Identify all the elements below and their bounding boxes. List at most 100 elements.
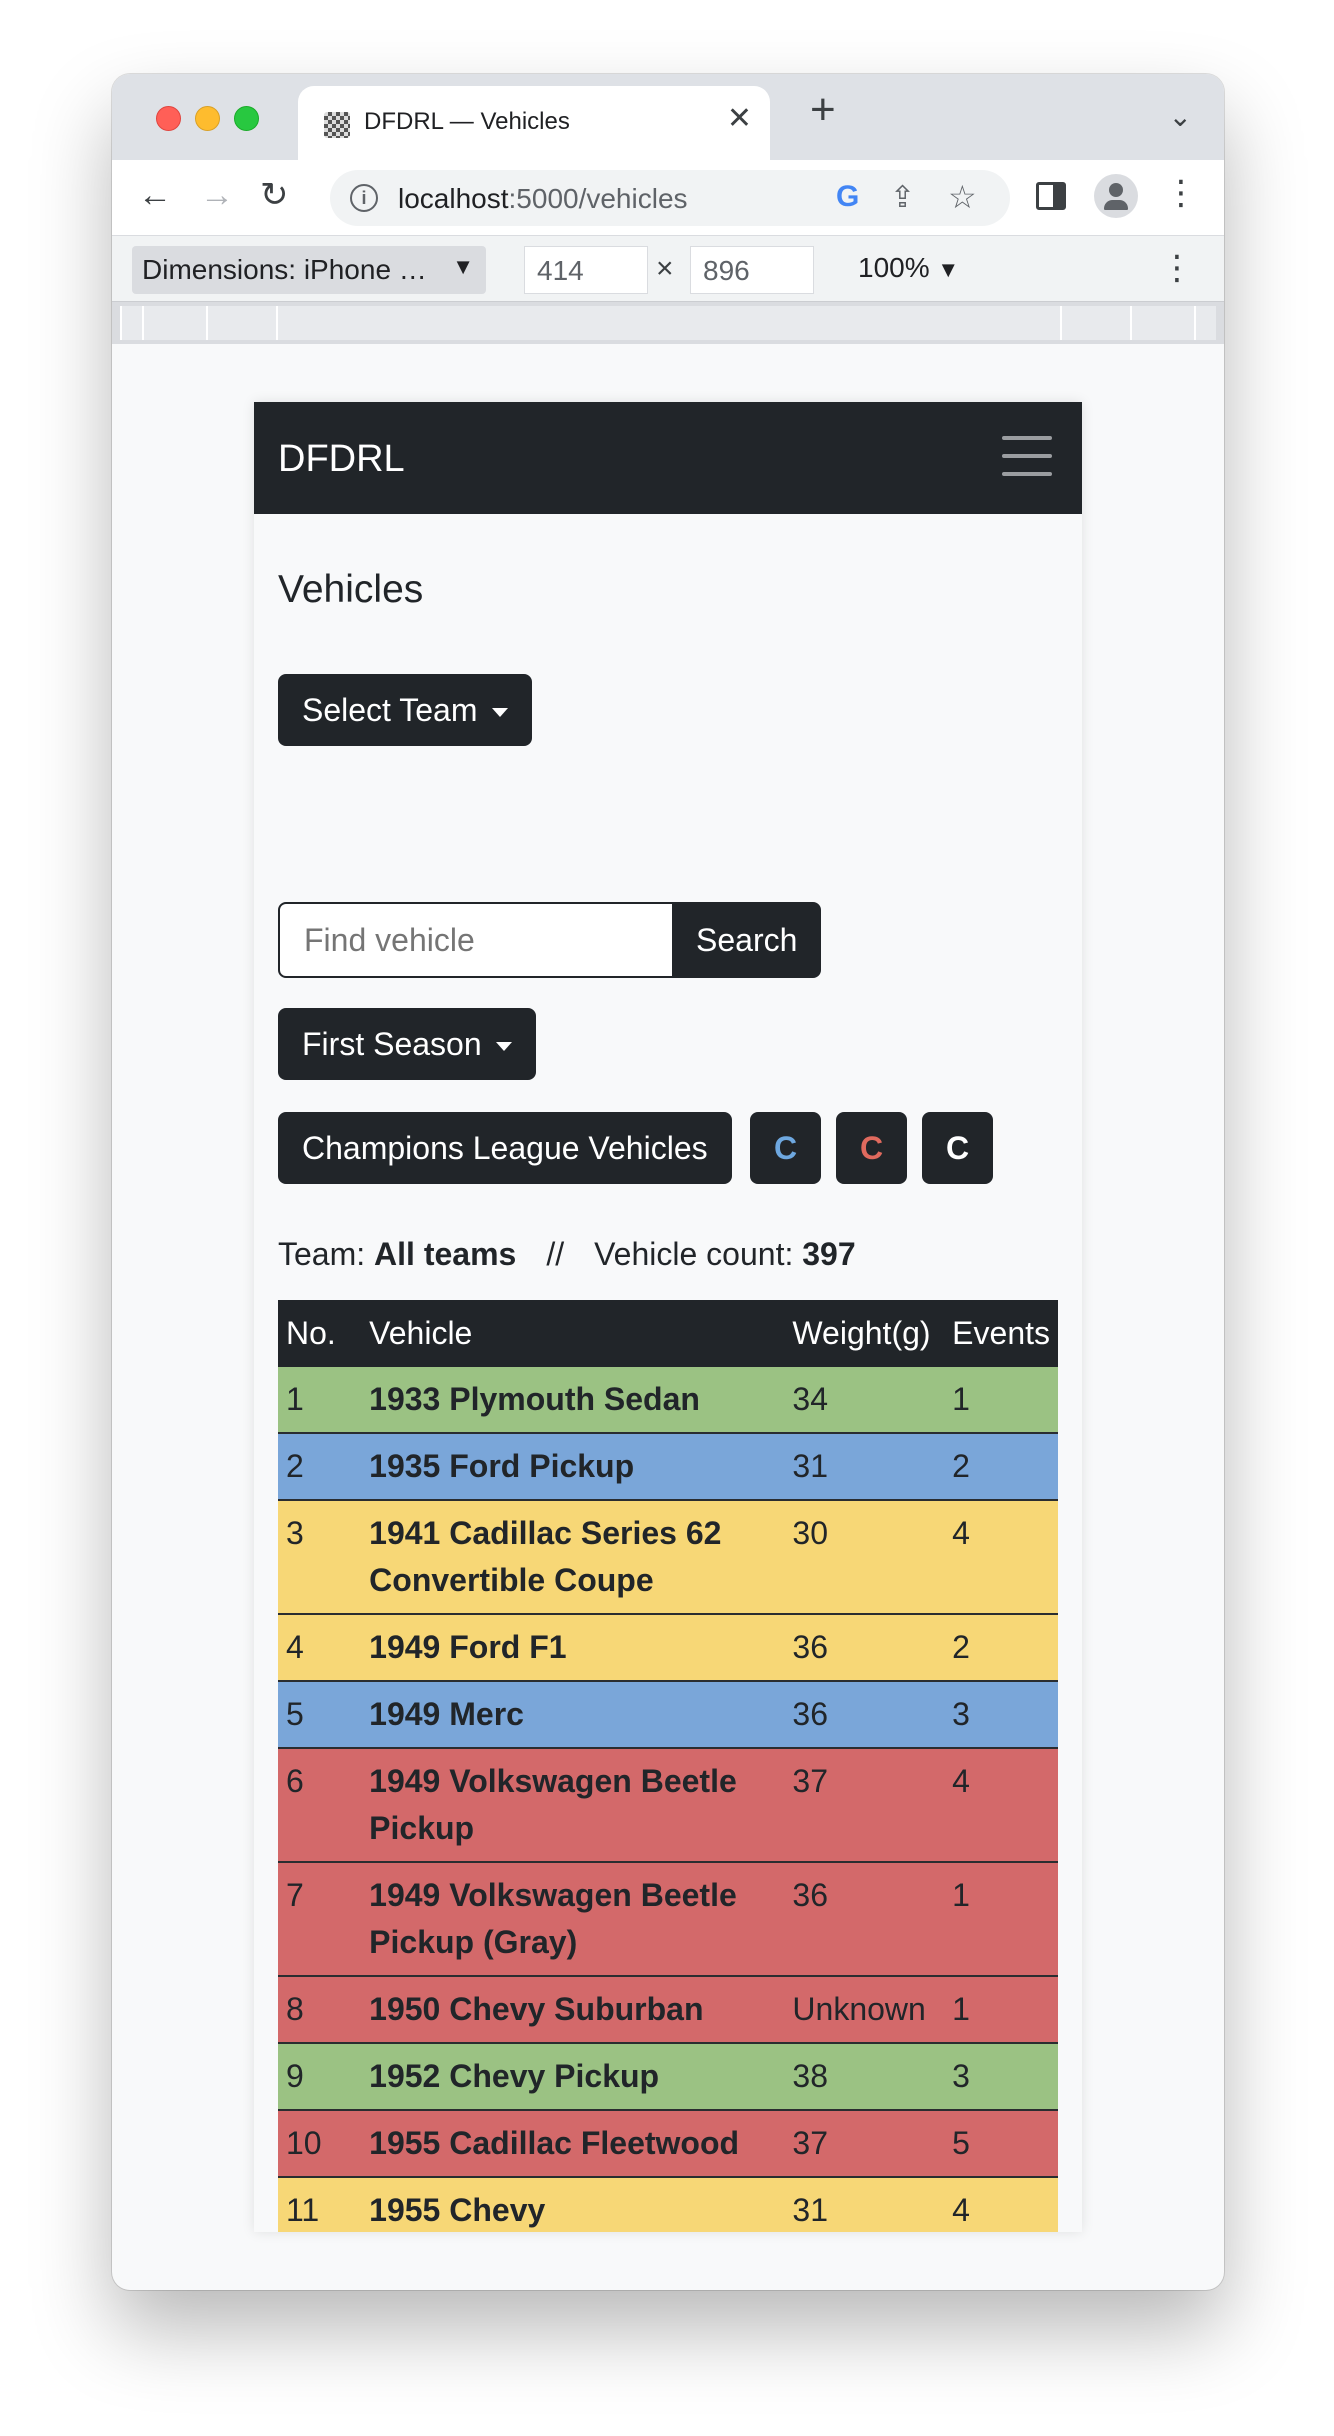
zoom-value: 100% xyxy=(858,252,930,283)
times-icon: × xyxy=(656,252,674,285)
vehicle-events: 3 xyxy=(944,2043,1058,2111)
table-row[interactable]: 6 1949 Volkswagen Beetle Pickup 37 4 xyxy=(278,1748,1058,1863)
device-menu-icon[interactable]: ⋮ xyxy=(1160,248,1194,288)
vehicle-name-link[interactable]: 1952 Chevy Pickup xyxy=(361,2043,785,2111)
stats-separator: // xyxy=(546,1236,565,1272)
vehicle-name-link[interactable]: 1949 Merc xyxy=(361,1681,785,1749)
vehicle-weight: 37 xyxy=(784,1748,945,1863)
address-bar[interactable]: i localhost:5000/vehicles G ⇪ ☆ xyxy=(330,170,1010,226)
row-number: 10 xyxy=(278,2110,362,2178)
row-number: 9 xyxy=(278,2043,362,2111)
browser-tab[interactable]: DFDRL — Vehicles ✕ xyxy=(298,86,770,160)
table-row[interactable]: 2 1935 Ford Pickup 31 2 xyxy=(278,1433,1058,1501)
vehicle-name-link[interactable]: 1941 Cadillac Series 62 Convertible Coup… xyxy=(361,1500,785,1615)
profile-icon[interactable] xyxy=(1094,174,1138,218)
ruler-segment[interactable] xyxy=(120,306,142,340)
table-row[interactable]: 4 1949 Ford F1 36 2 xyxy=(278,1614,1058,1682)
maximize-window-button[interactable] xyxy=(234,106,259,131)
back-icon[interactable]: ← xyxy=(138,178,172,212)
vehicle-name-link[interactable]: 1933 Plymouth Sedan xyxy=(361,1367,785,1434)
side-panel-icon[interactable] xyxy=(1036,182,1066,210)
vehicle-name-link[interactable]: 1949 Volkswagen Beetle Pickup xyxy=(361,1748,785,1863)
hamburger-menu-icon[interactable] xyxy=(1002,436,1052,476)
table-row[interactable]: 7 1949 Volkswagen Beetle Pickup (Gray) 36 1 xyxy=(278,1862,1058,1977)
ruler-segment[interactable] xyxy=(1194,306,1216,340)
table-row[interactable]: 11 1955 Chevy 31 4 xyxy=(278,2177,1058,2232)
find-vehicle-input[interactable] xyxy=(278,902,674,978)
first-season-button[interactable]: First Season xyxy=(278,1008,536,1080)
select-team-button[interactable]: Select Team xyxy=(278,674,532,746)
vehicle-events: 2 xyxy=(944,1433,1058,1501)
vehicle-count-label: Vehicle count: xyxy=(594,1236,794,1272)
width-input[interactable]: 414 xyxy=(524,246,648,294)
share-icon[interactable]: ⇪ xyxy=(890,180,915,215)
table-header-row: No. Vehicle Weight(g) Events xyxy=(278,1300,1058,1367)
vehicle-name-link[interactable]: 1949 Volkswagen Beetle Pickup (Gray) xyxy=(361,1862,785,1977)
vehicle-name-link[interactable]: 1955 Cadillac Fleetwood xyxy=(361,2110,785,2178)
vehicle-weight: 37 xyxy=(784,2110,945,2178)
vehicle-events: 4 xyxy=(944,1748,1058,1863)
caret-down-icon: ▼ xyxy=(937,257,960,282)
minimize-window-button[interactable] xyxy=(195,106,220,131)
table-body: 1 1933 Plymouth Sedan 34 1 2 1935 Ford Pickup… xyxy=(278,1367,1058,2232)
ruler-segment[interactable] xyxy=(1130,306,1194,340)
table-row[interactable]: 5 1949 Merc 36 3 xyxy=(278,1681,1058,1749)
vehicle-count-value: 397 xyxy=(802,1236,856,1272)
ruler-segment[interactable] xyxy=(142,306,206,340)
tab-title: DFDRL — Vehicles xyxy=(364,108,570,135)
stats-line: Team: All teams // Vehicle count: 397 xyxy=(278,1236,856,1273)
table-row[interactable]: 1 1933 Plymouth Sedan 34 1 xyxy=(278,1367,1058,1434)
row-number: 1 xyxy=(278,1367,362,1434)
vehicle-name-link[interactable]: 1949 Ford F1 xyxy=(361,1614,785,1682)
navbar-brand[interactable]: DFDRL xyxy=(278,438,405,481)
url-path: :5000/vehicles xyxy=(508,183,688,214)
zoom-select[interactable]: 100% ▼ xyxy=(858,252,959,284)
vehicle-name-link[interactable]: 1955 Chevy xyxy=(361,2177,785,2232)
header-weight[interactable]: Weight(g) xyxy=(784,1300,945,1367)
star-icon[interactable]: ☆ xyxy=(948,178,977,216)
team-label: Team: xyxy=(278,1236,366,1272)
vehicle-events: 3 xyxy=(944,1681,1058,1749)
vehicle-weight: 36 xyxy=(784,1862,945,1977)
vehicle-weight: 31 xyxy=(784,2177,945,2232)
c-filter-button-blue[interactable]: C xyxy=(750,1112,822,1184)
forward-icon[interactable]: → xyxy=(200,178,234,212)
vehicle-events: 2 xyxy=(944,1614,1058,1682)
caret-down-icon: ▼ xyxy=(452,254,474,279)
vehicle-events: 1 xyxy=(944,1367,1058,1434)
device-select[interactable]: Dimensions: iPhone … ▼ xyxy=(132,246,486,294)
c-filter-button-red[interactable]: C xyxy=(836,1112,908,1184)
header-vehicle[interactable]: Vehicle xyxy=(361,1300,785,1367)
table-row[interactable]: 9 1952 Chevy Pickup 38 3 xyxy=(278,2043,1058,2111)
ruler-segment[interactable] xyxy=(1060,306,1130,340)
vehicle-name-link[interactable]: 1935 Ford Pickup xyxy=(361,1433,785,1501)
ruler-segment[interactable] xyxy=(206,306,276,340)
table-row[interactable]: 3 1941 Cadillac Series 62 Convertible Cou… xyxy=(278,1500,1058,1615)
table-row[interactable]: 10 1955 Cadillac Fleetwood 37 5 xyxy=(278,2110,1058,2178)
google-icon[interactable]: G xyxy=(836,180,859,214)
champions-league-button[interactable]: Champions League Vehicles xyxy=(278,1112,732,1184)
header-no[interactable]: No. xyxy=(278,1300,362,1367)
new-tab-icon[interactable]: + xyxy=(810,88,836,132)
table-row[interactable]: 8 1950 Chevy Suburban Unknown 1 xyxy=(278,1976,1058,2044)
search-button[interactable]: Search xyxy=(672,902,822,978)
tab-search-icon[interactable]: ⌄ xyxy=(1169,100,1192,133)
url-text[interactable]: localhost:5000/vehicles xyxy=(398,183,688,215)
url-host: localhost xyxy=(398,183,509,214)
vehicle-events: 5 xyxy=(944,2110,1058,2178)
team-value: All teams xyxy=(374,1236,517,1272)
ruler-segment[interactable] xyxy=(276,306,1060,340)
row-number: 6 xyxy=(278,1748,362,1863)
header-events[interactable]: Events xyxy=(944,1300,1058,1367)
vehicle-name-link[interactable]: 1950 Chevy Suburban xyxy=(361,1976,785,2044)
close-tab-icon[interactable]: ✕ xyxy=(727,104,752,134)
site-info-icon[interactable]: i xyxy=(350,184,378,212)
c-filter-button-white[interactable]: C xyxy=(922,1112,994,1184)
close-window-button[interactable] xyxy=(156,106,181,131)
reload-icon[interactable]: ↻ xyxy=(260,178,289,212)
vehicle-events: 1 xyxy=(944,1976,1058,2044)
caret-down-icon xyxy=(491,708,508,718)
device-toolbar: Dimensions: iPhone … ▼ 414 × 896 100% ▼ … xyxy=(112,236,1224,302)
menu-icon[interactable]: ⋮ xyxy=(1164,176,1198,210)
height-input[interactable]: 896 xyxy=(690,246,814,294)
